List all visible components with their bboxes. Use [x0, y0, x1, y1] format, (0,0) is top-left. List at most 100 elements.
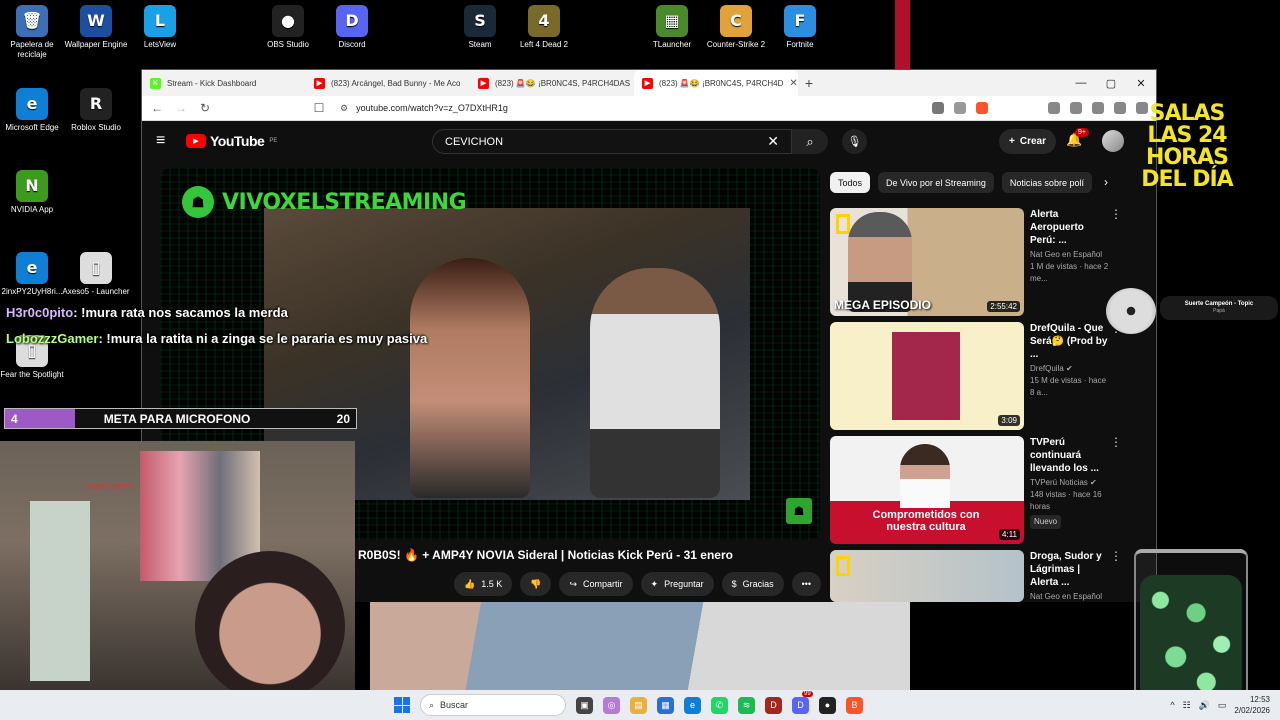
discord-icon[interactable]: D 99 [792, 690, 813, 714]
search-input[interactable]: CEVICHON ✕ [432, 129, 792, 154]
desktop-icon[interactable]: R Roblox Studio [61, 88, 131, 133]
clock[interactable]: 12:53 2/02/2026 [1234, 694, 1270, 716]
video-thumbnail[interactable] [830, 550, 1024, 602]
search-button[interactable]: ⌕ [792, 129, 828, 154]
file-explorer-icon[interactable]: ▤ [630, 696, 647, 714]
video-thumbnail[interactable]: MEGA EPISODIO 2:55:42 [830, 208, 1024, 316]
desktop-app-icon: ▯ [80, 252, 112, 284]
chevron-up-icon[interactable]: ^ [1170, 700, 1174, 710]
recommended-video[interactable]: Droga, Sudor y Lágrimas | Alerta ... Nat … [830, 550, 1130, 602]
verified-icon: ✔ [1090, 478, 1097, 487]
wallet-icon[interactable] [1114, 102, 1126, 114]
voice-search-button[interactable]: 🎙 [842, 129, 867, 154]
hamburger-menu-icon[interactable]: ≡ [156, 132, 180, 150]
windows-start-icon[interactable] [394, 697, 410, 713]
dota-icon[interactable]: D [765, 696, 782, 714]
desktop-icon[interactable]: e 2inxPY2UyH8ri... [0, 252, 67, 297]
spotify-icon[interactable]: ≋ [738, 696, 755, 714]
create-button[interactable]: + Crear [999, 129, 1056, 154]
thanks-button[interactable]: $ Gracias [721, 572, 784, 596]
recommended-video[interactable]: 3:09 DrefQuila - Que Será🤔 (Prod by ... Dr… [830, 322, 1130, 430]
battery-icon[interactable]: ▭ [1218, 700, 1227, 711]
window-controls: — ▢ ✕ [1066, 70, 1156, 96]
store-icon[interactable]: ▦ [657, 696, 674, 714]
url-field[interactable]: ⚙ youtube.com/watch?v=z_O7DXtHR1g [336, 99, 922, 118]
avatar[interactable] [1102, 130, 1124, 152]
cast-icon[interactable] [932, 102, 944, 114]
brave-icon[interactable]: B [846, 696, 863, 714]
desktop-icon[interactable]: 4 Left 4 Dead 2 [509, 5, 579, 50]
nat-geo-logo-icon [836, 214, 850, 234]
desktop-icon-label: Steam [468, 40, 492, 49]
more-actions-button[interactable]: ••• [791, 572, 822, 596]
desktop-wallpaper-strip [895, 0, 910, 70]
music-icon[interactable] [1070, 102, 1082, 114]
desktop-icon[interactable]: S Steam [445, 5, 515, 50]
more-options-icon[interactable]: ⋮ [1110, 436, 1122, 448]
channel-logo-icon: ☗ [182, 186, 214, 218]
desktop-icon[interactable]: N NVIDIA App [0, 170, 67, 215]
new-tab-button[interactable]: + [798, 75, 820, 91]
video-info: DrefQuila - Que Será🤔 (Prod by ... DrefQu… [1030, 322, 1122, 430]
extensions-icon[interactable] [1048, 102, 1060, 114]
video-stats: 1 M de vistas · hace 2 me... [1030, 262, 1109, 283]
close-tab-icon[interactable]: ✕ [789, 78, 797, 89]
vinyl-disc-icon [1106, 288, 1156, 334]
chip-all[interactable]: Todos [830, 172, 871, 193]
browser-tab[interactable]: ▶ (823) 🚨😂 ¡BR0NC4S, P4RCH4DAS [470, 70, 634, 96]
notifications-button[interactable]: 🔔 9+ [1066, 128, 1089, 148]
chevron-right-icon[interactable]: › [1104, 175, 1108, 189]
desktop-icon[interactable]: ▯ Axeso5 - Launcher [61, 252, 131, 297]
youtube-logo[interactable]: ▶ YouTube PE [186, 133, 277, 149]
copilot-icon[interactable]: ◎ [603, 696, 620, 714]
desktop-icon[interactable]: F Fortnite [765, 5, 835, 50]
reload-icon[interactable]: ↻ [198, 101, 212, 115]
obs-icon[interactable]: ● [819, 696, 836, 714]
whatsapp-icon[interactable]: ✆ [711, 696, 728, 714]
desktop-icon[interactable]: W Wallpaper Engine [61, 5, 131, 50]
channel-watermark-icon[interactable]: ☗ [786, 498, 812, 524]
like-button[interactable]: 👍 1.5 K [454, 572, 513, 596]
desktop-icon[interactable]: e Microsoft Edge [0, 88, 67, 133]
brave-shield-icon[interactable] [976, 102, 988, 114]
desktop-icon[interactable]: C Counter-Strike 2 [701, 5, 771, 50]
new-badge: Nuevo [1030, 515, 1062, 529]
recommended-video[interactable]: Comprometidos con nuestra cultura 4:11 TVP… [830, 436, 1130, 544]
desktop-icon[interactable]: ● OBS Studio [253, 5, 323, 50]
task-view-icon[interactable]: ▣ [576, 696, 593, 714]
tab-favicon-icon: ▶ [478, 77, 489, 89]
site-info-icon[interactable]: ⚙ [340, 103, 348, 114]
close-window-button[interactable]: ✕ [1126, 70, 1156, 96]
back-icon[interactable]: ← [150, 101, 164, 115]
browser-tab[interactable]: ▶ (823) 🚨😂 ¡BR0NC4S, P4RCH4D ✕ [634, 70, 798, 96]
taskbar-search[interactable]: ⌕ Buscar [420, 694, 566, 716]
volume-icon[interactable]: 🔊 [1199, 700, 1210, 711]
browser-tab[interactable]: K Stream - Kick Dashboard [142, 70, 306, 96]
more-options-icon[interactable]: ⋮ [1110, 208, 1122, 220]
browser-tab[interactable]: ▶ (823) Arcángel, Bad Bunny - Me Aco [306, 70, 470, 96]
share-icon[interactable] [954, 102, 966, 114]
network-icon[interactable]: ☷ [1183, 700, 1191, 711]
more-options-icon[interactable]: ⋮ [1110, 550, 1122, 562]
chip-noticias[interactable]: Noticias sobre polí [1001, 172, 1092, 193]
dislike-button[interactable]: 👎 [520, 572, 552, 596]
share-button[interactable]: ↪ Compartir [559, 572, 633, 596]
minimize-button[interactable]: — [1066, 70, 1096, 96]
desktop-icon[interactable]: L LetsView [125, 5, 195, 50]
recommended-video[interactable]: MEGA EPISODIO 2:55:42 Alerta Aeropuerto Pe… [830, 208, 1130, 316]
desktop-icon[interactable]: ▦ TLauncher [637, 5, 707, 50]
clear-search-icon[interactable]: ✕ [767, 133, 779, 150]
desktop-app-icon: S [464, 5, 496, 37]
bookmark-icon[interactable]: ☐ [312, 101, 326, 115]
video-thumbnail[interactable]: Comprometidos con nuestra cultura 4:11 [830, 436, 1024, 544]
video-thumbnail[interactable]: 3:09 [830, 322, 1024, 430]
ask-button[interactable]: ✦ Preguntar [640, 572, 714, 596]
channel-name: DrefQuila ✔ [1030, 364, 1073, 373]
desktop-icon[interactable]: D Discord [317, 5, 387, 50]
desktop-icon[interactable]: 🗑 Papelera de reciclaje [0, 5, 67, 60]
chip-de-vivo[interactable]: De Vivo por el Streaming [878, 172, 994, 193]
maximize-button[interactable]: ▢ [1096, 70, 1126, 96]
forward-icon[interactable]: → [174, 101, 188, 115]
sidebar-icon[interactable] [1092, 102, 1104, 114]
edge-icon[interactable]: e [684, 696, 701, 714]
